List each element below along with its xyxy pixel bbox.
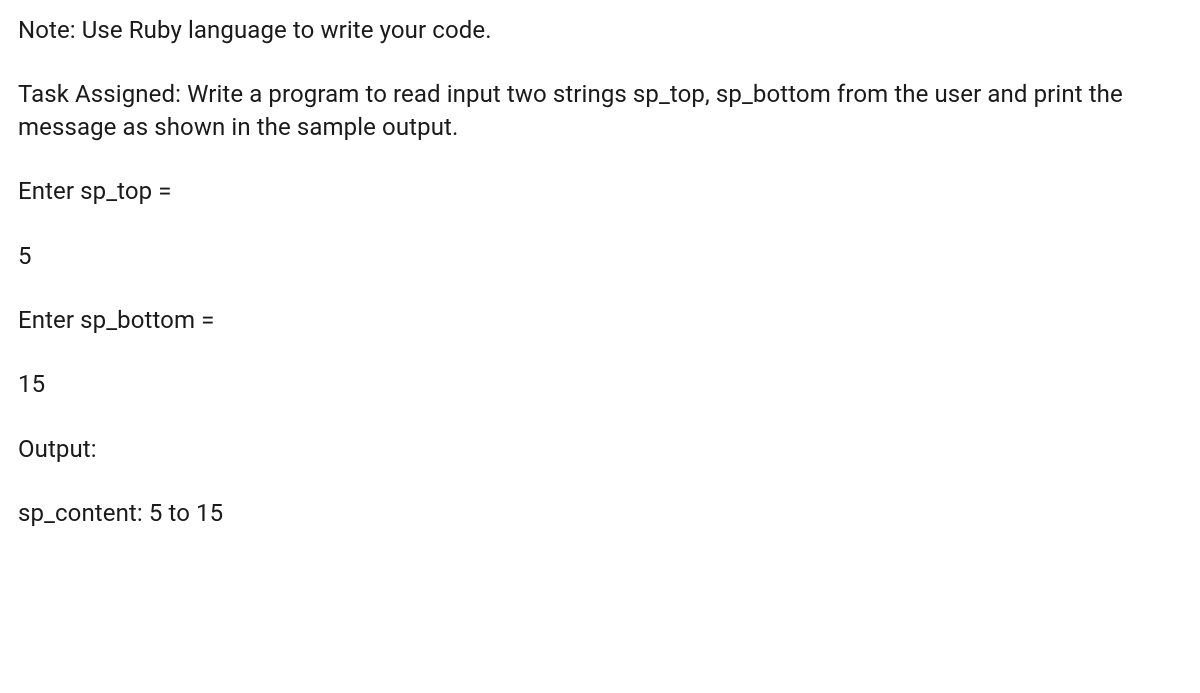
output-label: Output: [18,433,1182,465]
task-description: Task Assigned: Write a program to read i… [18,78,1182,143]
note-text: Note: Use Ruby language to write your co… [18,14,1182,46]
output-value: sp_content: 5 to 15 [18,497,1182,529]
sp-bottom-value: 15 [18,368,1182,400]
sp-top-value: 5 [18,240,1182,272]
sp-bottom-prompt: Enter sp_bottom = [18,304,1182,336]
sp-top-prompt: Enter sp_top = [18,175,1182,207]
